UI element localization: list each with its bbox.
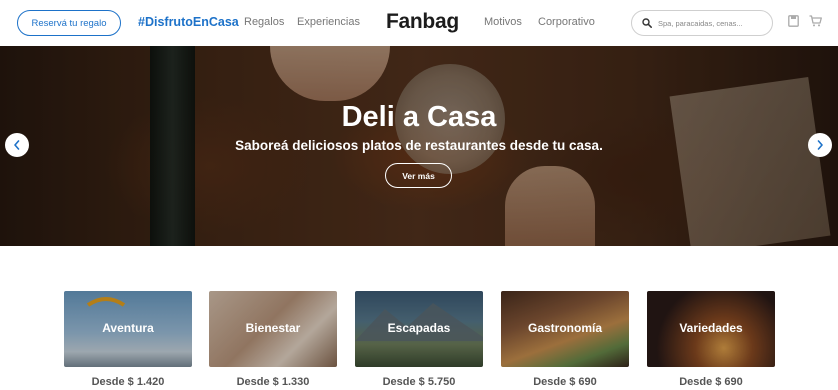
hero-banner: Deli a Casa Saboreá deliciosos platos de… (0, 46, 838, 246)
category-price: Desde $ 690 (533, 376, 597, 388)
search-input[interactable] (658, 18, 768, 28)
carousel-next-button[interactable] (808, 133, 832, 157)
category-price: Desde $ 1.330 (236, 376, 310, 388)
category-price: Desde $ 5.750 (382, 376, 456, 388)
fanbag-logo[interactable]: Fanbag (386, 10, 459, 34)
category-card-gastronomia[interactable]: Gastronomía (501, 291, 629, 367)
category-price: Desde $ 690 (679, 376, 743, 388)
search-box[interactable] (631, 10, 773, 36)
category-card-escapadas[interactable]: Escapadas (355, 291, 483, 367)
nav-disfruto-en-casa[interactable]: #DisfrutoEnCasa (138, 15, 239, 29)
nav-regalos[interactable]: Regalos (244, 16, 284, 28)
category-name: Escapadas (387, 321, 451, 335)
carousel-prev-button[interactable] (5, 133, 29, 157)
category-card-aventura[interactable]: Aventura (64, 291, 192, 367)
category-card-variedades[interactable]: Variedades (647, 291, 775, 367)
hero-subtitle: Saboreá deliciosos platos de restaurante… (235, 138, 603, 153)
category-name: Bienestar (245, 321, 301, 335)
site-header: Reservá tu regalo #DisfrutoEnCasa Regalo… (0, 0, 838, 46)
save-icon[interactable] (788, 15, 799, 27)
nav-motivos[interactable]: Motivos (484, 16, 522, 28)
ver-mas-button[interactable]: Ver más (385, 163, 452, 188)
search-icon (642, 18, 652, 28)
reserve-gift-button[interactable]: Reservá tu regalo (17, 10, 121, 36)
cart-icon[interactable] (809, 15, 822, 27)
nav-experiencias[interactable]: Experiencias (297, 16, 360, 28)
hero-title: Deli a Casa (341, 101, 497, 133)
category-name: Aventura (102, 321, 154, 335)
category-card-bienestar[interactable]: Bienestar (209, 291, 337, 367)
category-price: Desde $ 1.420 (91, 376, 165, 388)
chevron-right-icon (817, 140, 823, 150)
category-name: Gastronomía (527, 321, 602, 335)
category-name: Variedades (679, 321, 743, 335)
nav-corporativo[interactable]: Corporativo (538, 16, 595, 28)
chevron-left-icon (14, 140, 20, 150)
